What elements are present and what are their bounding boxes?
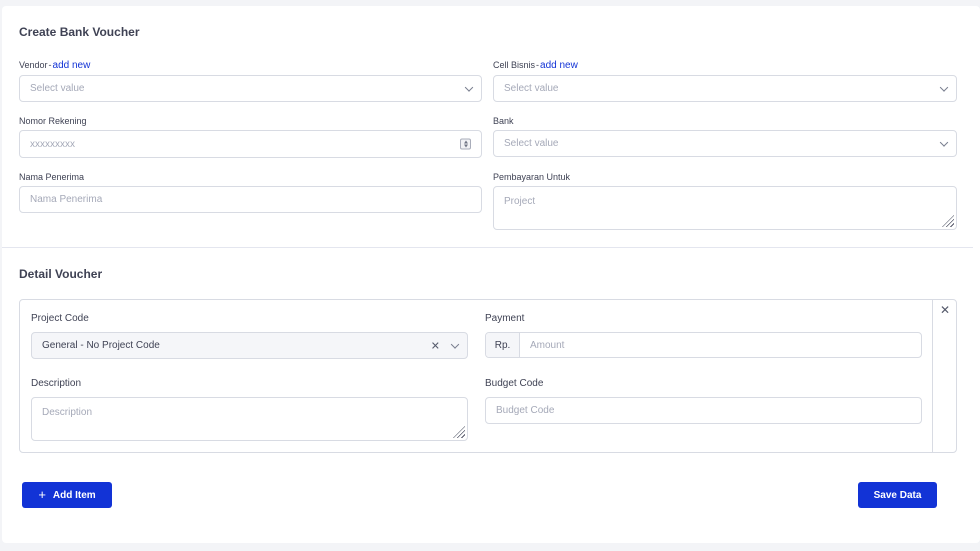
vendor-label: Vendor-add new xyxy=(19,60,90,71)
resize-handle-icon[interactable] xyxy=(453,426,465,438)
detail-title: Detail Voucher xyxy=(19,267,103,281)
save-data-button[interactable]: Save Data xyxy=(858,482,937,508)
currency-prefix: Rp. xyxy=(486,333,520,357)
add-item-label: Add Item xyxy=(52,489,96,501)
vendor-label-text: Vendor xyxy=(19,60,48,70)
bank-select-placeholder: Select value xyxy=(504,138,559,149)
nomor-rekening-placeholder: xxxxxxxxx xyxy=(30,138,75,150)
project-code-value: General - No Project Code xyxy=(42,340,160,351)
close-icon[interactable]: ✕ xyxy=(938,303,952,317)
chevron-down-icon xyxy=(450,339,460,349)
cell-bisnis-label-separator: - xyxy=(536,60,540,70)
budget-code-label: Budget Code xyxy=(485,378,544,389)
add-item-button[interactable]: + Add Item xyxy=(22,482,112,508)
vendor-select-placeholder: Select value xyxy=(30,83,85,94)
vendor-select[interactable]: Select value xyxy=(19,75,482,102)
nomor-rekening-input[interactable]: xxxxxxxxx xyxy=(19,130,482,158)
payment-input-group: Rp. Amount xyxy=(485,332,922,358)
cell-bisnis-label: Cell Bisnis-add new xyxy=(493,60,578,71)
chevron-down-icon xyxy=(939,82,949,92)
bank-label: Bank xyxy=(493,116,514,126)
vendor-label-separator: - xyxy=(48,60,52,70)
bank-select[interactable]: Select value xyxy=(493,130,957,157)
nama-penerima-placeholder: Nama Penerima xyxy=(30,194,103,205)
number-spinner-icon[interactable] xyxy=(460,138,471,150)
description-placeholder: Description xyxy=(42,407,93,418)
detail-item-side-divider xyxy=(932,300,933,452)
project-code-select[interactable]: General - No Project Code ✕ xyxy=(31,332,468,359)
plus-icon: + xyxy=(38,487,46,502)
amount-input[interactable]: Amount xyxy=(520,333,921,357)
pembayaran-untuk-textarea[interactable]: Project xyxy=(493,186,957,230)
nama-penerima-input[interactable]: Nama Penerima xyxy=(19,186,482,213)
cell-bisnis-select[interactable]: Select value xyxy=(493,75,957,102)
project-code-label: Project Code xyxy=(31,313,89,324)
save-data-label: Save Data xyxy=(873,489,922,501)
vendor-add-new-link[interactable]: add new xyxy=(53,60,91,71)
description-label: Description xyxy=(31,378,82,389)
nomor-rekening-label: Nomor Rekening xyxy=(19,116,87,126)
budget-code-input[interactable]: Budget Code xyxy=(485,397,922,424)
page-title: Create Bank Voucher xyxy=(19,25,140,39)
chevron-down-icon xyxy=(464,82,474,92)
pembayaran-untuk-label: Pembayaran Untuk xyxy=(493,172,571,182)
cell-bisnis-label-text: Cell Bisnis xyxy=(493,60,536,70)
cell-bisnis-add-new-link[interactable]: add new xyxy=(540,60,578,71)
chevron-down-icon xyxy=(939,137,949,147)
budget-code-placeholder: Budget Code xyxy=(496,405,555,416)
description-textarea[interactable]: Description xyxy=(31,397,468,441)
resize-handle-icon[interactable] xyxy=(942,215,954,227)
pembayaran-untuk-placeholder: Project xyxy=(504,196,536,207)
clear-icon[interactable]: ✕ xyxy=(431,339,440,352)
amount-placeholder: Amount xyxy=(530,339,565,351)
nama-penerima-label: Nama Penerima xyxy=(19,172,85,182)
section-divider xyxy=(2,247,973,248)
payment-label: Payment xyxy=(485,313,525,324)
cell-bisnis-select-placeholder: Select value xyxy=(504,83,559,94)
